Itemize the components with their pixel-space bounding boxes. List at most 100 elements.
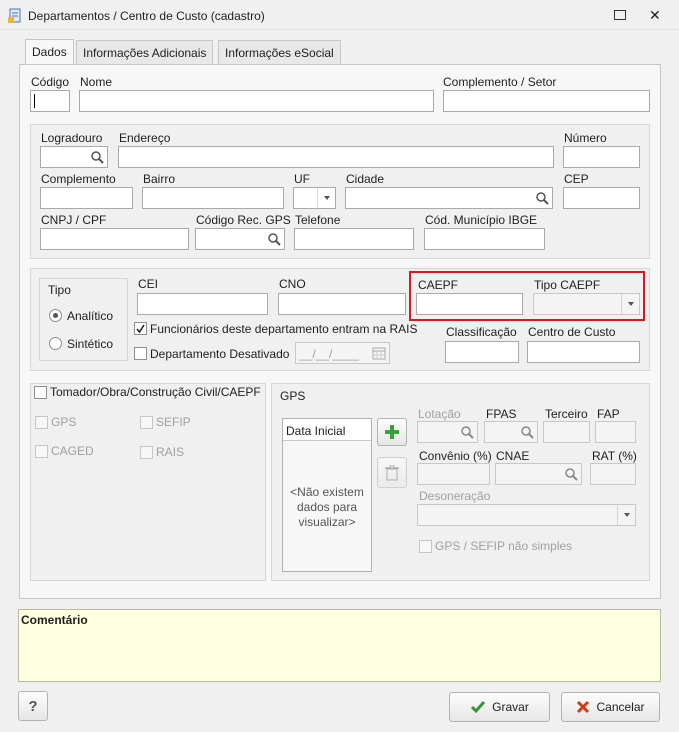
nome-input[interactable] (79, 90, 434, 112)
grid-header-data-inicial[interactable]: Data Inicial (283, 419, 371, 441)
funcionarios-rais-checkbox[interactable] (134, 322, 147, 335)
numero-label: Número (564, 131, 607, 145)
funcionarios-rais-label: Funcionários deste departamento entram n… (150, 322, 418, 336)
logradouro-input[interactable] (40, 146, 108, 168)
search-icon[interactable] (264, 229, 284, 249)
rat-label: RAT (%) (592, 449, 637, 463)
gravar-button[interactable]: Gravar (449, 692, 550, 722)
cancelar-button[interactable]: Cancelar (561, 692, 660, 722)
gravar-label: Gravar (492, 700, 529, 714)
tab-informacoes-adicionais[interactable]: Informações Adicionais (76, 40, 214, 64)
chevron-down-icon (617, 505, 635, 525)
convenio-label: Convênio (%) (419, 449, 492, 463)
telefone-input[interactable] (294, 228, 414, 250)
tab-dados[interactable]: Dados (25, 39, 74, 65)
departamento-desativado-label: Departamento Desativado (150, 347, 290, 361)
complemento-input[interactable] (40, 187, 133, 209)
cno-label: CNO (279, 277, 306, 291)
grid-empty-message: <Não existem dados para visualizar> (290, 485, 364, 529)
cnpj-cpf-input[interactable] (40, 228, 189, 250)
close-icon[interactable]: ✕ (649, 7, 661, 24)
departamento-desativado-checkbox[interactable] (134, 347, 147, 360)
rat-input[interactable] (590, 463, 636, 485)
cep-label: CEP (564, 172, 589, 186)
uf-label: UF (294, 172, 310, 186)
complemento-setor-input[interactable] (443, 90, 650, 112)
sintetico-label: Sintético (67, 337, 114, 351)
convenio-input[interactable] (417, 463, 490, 485)
cod-municipio-ibge-input[interactable] (424, 228, 545, 250)
tomador-caged-label: CAGED (51, 444, 94, 458)
analitico-label: Analítico (67, 309, 114, 323)
numero-input[interactable] (563, 146, 640, 168)
tomador-gps-label: GPS (51, 415, 77, 429)
codigo-rec-gps-label: Código Rec. GPS (196, 213, 291, 227)
endereco-input[interactable] (118, 146, 554, 168)
caepf-label: CAEPF (418, 278, 459, 292)
bairro-input[interactable] (142, 187, 284, 209)
cei-input[interactable] (137, 293, 268, 315)
chevron-down-icon (621, 294, 639, 314)
window-title: Departamentos / Centro de Custo (cadastr… (28, 9, 265, 23)
tipo-title: Tipo (48, 283, 71, 297)
fpas-input[interactable] (484, 421, 538, 443)
gps-title: GPS (280, 389, 306, 403)
fap-input[interactable] (595, 421, 636, 443)
caepf-input[interactable] (416, 293, 523, 315)
tomador-gps-checkbox[interactable] (35, 416, 48, 429)
cep-input[interactable] (563, 187, 640, 209)
cnae-input[interactable] (495, 463, 582, 485)
cno-input[interactable] (278, 293, 406, 315)
help-button[interactable]: ? (18, 691, 48, 721)
centro-de-custo-input[interactable] (527, 341, 640, 363)
search-icon[interactable] (87, 147, 107, 167)
gps-grid[interactable]: Data Inicial <Não existem dados para vis… (282, 418, 372, 572)
terceiro-label: Terceiro (545, 407, 588, 421)
search-icon[interactable] (561, 464, 581, 484)
tomador-caged-checkbox[interactable] (35, 445, 48, 458)
cidade-input[interactable] (345, 187, 553, 209)
classificacao-input[interactable] (445, 341, 519, 363)
tipo-caepf-select[interactable] (533, 293, 640, 315)
delete-button[interactable] (377, 457, 407, 488)
restore-icon[interactable] (614, 10, 626, 20)
comentario-box[interactable]: Comentário (18, 609, 661, 682)
tomador-title: Tomador/Obra/Construção Civil/CAEPF (50, 385, 261, 399)
centro-de-custo-label: Centro de Custo (528, 325, 616, 339)
tomador-sefip-checkbox[interactable] (140, 416, 153, 429)
uf-select[interactable] (293, 187, 336, 209)
plus-icon (385, 425, 399, 439)
cidade-label: Cidade (346, 172, 385, 186)
search-icon[interactable] (457, 422, 477, 442)
codigo-input[interactable] (30, 90, 70, 112)
tomador-rais-label: RAIS (156, 445, 185, 459)
search-icon[interactable] (517, 422, 537, 442)
tomador-rais-checkbox[interactable] (140, 446, 153, 459)
analitico-radio[interactable] (49, 309, 62, 322)
complemento-label: Complemento (41, 172, 116, 186)
complemento-setor-label: Complemento / Setor (443, 75, 557, 89)
desoneracao-select[interactable] (417, 504, 636, 526)
tipo-caepf-label: Tipo CAEPF (534, 278, 601, 292)
sintetico-radio[interactable] (49, 337, 62, 350)
desoneracao-label: Desoneração (419, 489, 491, 503)
nao-simples-label: GPS / SEFIP não simples (435, 539, 573, 553)
lotacao-input[interactable] (417, 421, 478, 443)
lotacao-label: Lotação (418, 407, 461, 421)
date-placeholder: __/__/____ (299, 347, 360, 361)
tab-informacoes-esocial[interactable]: Informações eSocial (218, 40, 341, 64)
terceiro-input[interactable] (543, 421, 590, 443)
codigo-rec-gps-input[interactable] (195, 228, 285, 250)
comentario-label: Comentário (21, 613, 88, 627)
add-button[interactable] (377, 418, 407, 446)
tomador-checkbox[interactable] (34, 386, 47, 399)
cancelar-label: Cancelar (596, 700, 645, 714)
nao-simples-checkbox[interactable] (419, 540, 432, 553)
cancel-icon (577, 700, 590, 714)
cnpj-cpf-label: CNPJ / CPF (41, 213, 107, 227)
telefone-label: Telefone (295, 213, 341, 227)
tomador-sefip-label: SEFIP (156, 415, 191, 429)
search-icon[interactable] (532, 188, 552, 208)
desativado-date-input[interactable]: __/__/____ (295, 342, 390, 364)
calendar-icon[interactable] (369, 343, 389, 363)
